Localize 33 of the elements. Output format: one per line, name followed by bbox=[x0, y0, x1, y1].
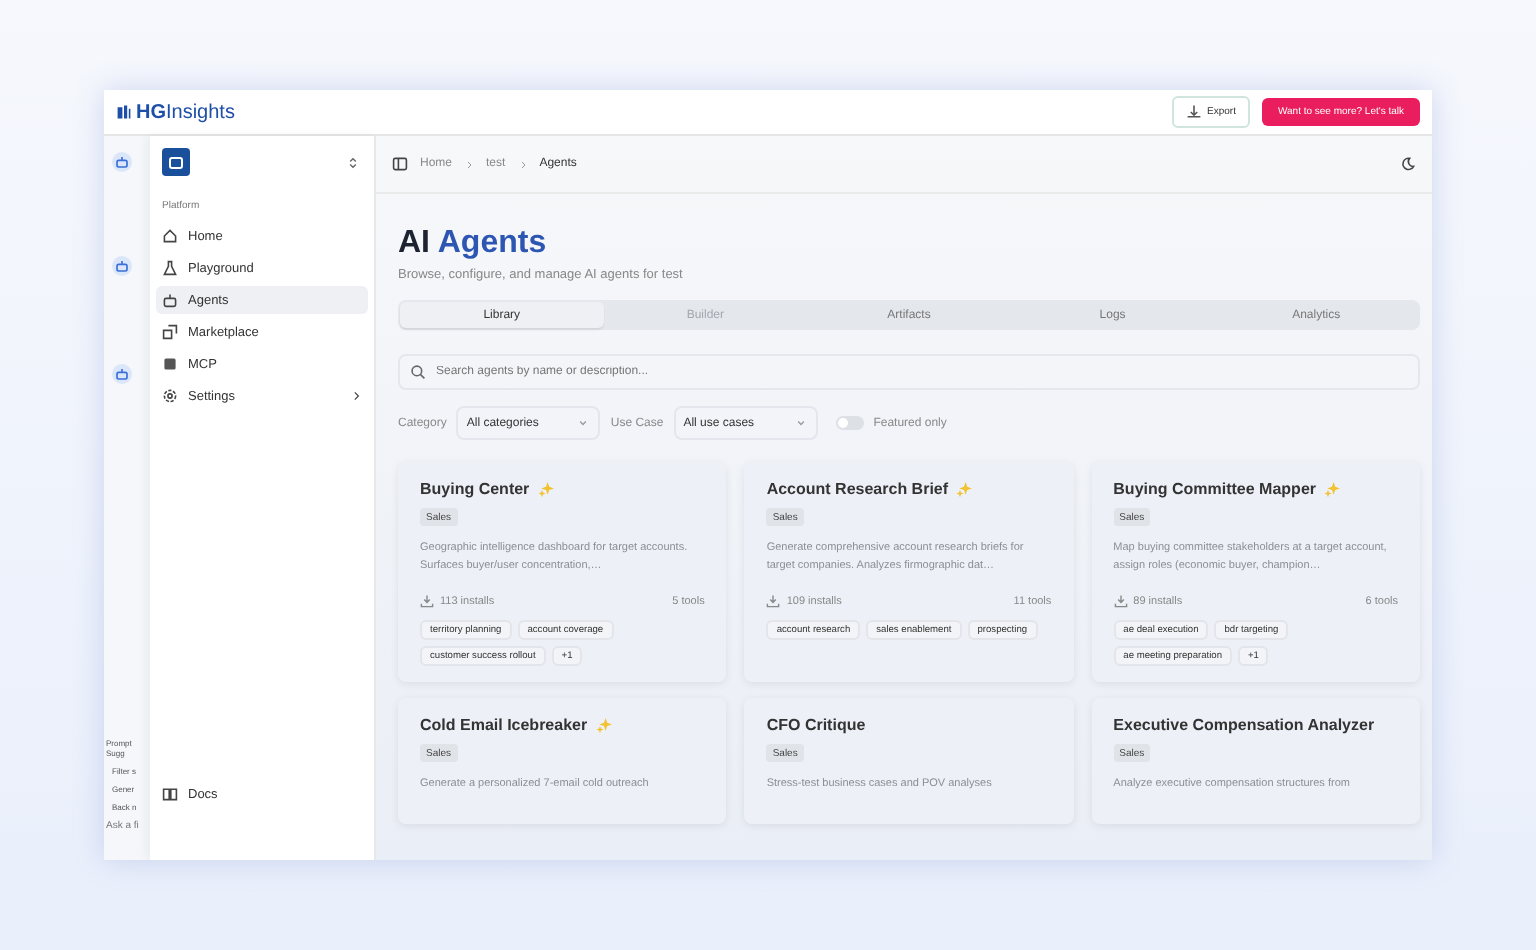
hg-insights-logo[interactable]: HGInsights bbox=[116, 101, 235, 123]
org-logo-icon[interactable] bbox=[162, 148, 190, 176]
chevron-down-icon bbox=[793, 416, 808, 430]
robot-icon bbox=[162, 292, 178, 308]
download-icon bbox=[420, 594, 434, 609]
page-title: AI Agents bbox=[398, 226, 549, 262]
moon-icon[interactable] bbox=[1400, 156, 1416, 172]
squares-icon bbox=[162, 324, 178, 340]
chevron-down-icon bbox=[576, 416, 591, 430]
bot-icon[interactable] bbox=[112, 256, 132, 276]
card-title: Buying Center bbox=[420, 480, 530, 498]
bot-icon[interactable] bbox=[112, 152, 132, 172]
home-icon bbox=[162, 228, 178, 244]
logo-icon bbox=[116, 104, 132, 120]
gear-icon bbox=[162, 388, 178, 404]
download-icon bbox=[1185, 104, 1202, 120]
toggle-switch[interactable] bbox=[835, 416, 864, 430]
bot-icon[interactable] bbox=[112, 364, 132, 384]
chip-icon bbox=[162, 356, 178, 372]
search-icon bbox=[410, 364, 426, 380]
card-title: Buying Committee Mapper bbox=[1113, 480, 1316, 498]
expand-icon[interactable] bbox=[346, 155, 360, 169]
card-title: CFO Critique bbox=[766, 716, 866, 734]
download-icon bbox=[766, 594, 781, 609]
logo-text: HGInsights bbox=[136, 101, 235, 123]
agent-card[interactable] bbox=[1091, 462, 1420, 682]
sidebar-toggle-icon[interactable] bbox=[392, 156, 408, 172]
download-icon bbox=[1113, 594, 1128, 609]
book-icon bbox=[162, 786, 178, 802]
card-title: Executive Compensation Analyzer bbox=[1113, 716, 1375, 734]
card-title: Account Research Brief bbox=[766, 480, 949, 498]
flask-icon bbox=[162, 260, 178, 276]
card-title: Cold Email Icebreaker bbox=[420, 716, 588, 734]
